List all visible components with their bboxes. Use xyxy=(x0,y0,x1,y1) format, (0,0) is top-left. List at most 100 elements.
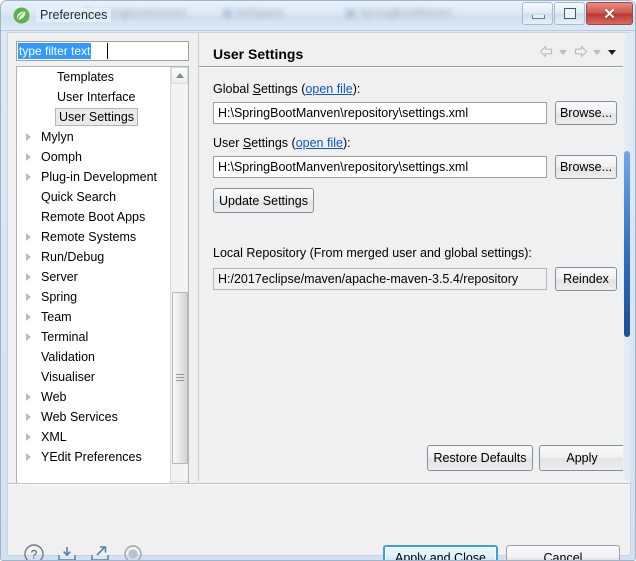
tree-item-label: User Interface xyxy=(57,90,136,104)
global-settings-path-input[interactable] xyxy=(213,102,547,124)
chevron-glyph xyxy=(608,50,616,55)
local-repository-input[interactable] xyxy=(213,268,547,290)
chevron-right-icon[interactable] xyxy=(26,393,31,401)
triangle-up-icon xyxy=(176,73,184,78)
scrollbar-grip-icon xyxy=(176,374,184,382)
tree-item-label: Plug-in Development xyxy=(41,170,158,184)
tree-item-templates[interactable]: Templates xyxy=(17,67,172,87)
global-settings-open-file-link[interactable]: open file xyxy=(305,82,352,96)
user-settings-browse-button[interactable]: Browse... xyxy=(555,155,617,179)
chevron-right-icon[interactable] xyxy=(26,453,31,461)
global-settings-label: Global Settings (open file): xyxy=(213,82,360,96)
background-tab-3-icon xyxy=(346,8,355,18)
chevron-right-icon[interactable] xyxy=(26,293,31,301)
restore-defaults-button[interactable]: Restore Defaults xyxy=(427,445,533,471)
tree-vertical-scroll-thumb[interactable] xyxy=(172,292,188,464)
tree-vertical-scrollbar[interactable] xyxy=(170,67,188,498)
tree-item-label: Server xyxy=(41,270,78,284)
text-caret xyxy=(107,43,108,59)
tree-item-yedit-preferences[interactable]: YEdit Preferences xyxy=(17,447,172,467)
chevron-right-icon[interactable] xyxy=(26,333,31,341)
minimize-button[interactable] xyxy=(522,2,553,25)
tree-item-plug-in-development[interactable]: Plug-in Development xyxy=(17,167,172,187)
chevron-right-icon[interactable] xyxy=(26,413,31,421)
tree-item-web[interactable]: Web xyxy=(17,387,172,407)
user-settings-path-input[interactable] xyxy=(213,156,547,178)
svg-text:?: ? xyxy=(31,548,38,561)
chevron-right-icon[interactable] xyxy=(26,233,31,241)
page-navigation-toolbar xyxy=(538,43,619,60)
tree-item-user-interface[interactable]: User Interface xyxy=(17,87,172,107)
back-history-chevron-down-icon[interactable] xyxy=(557,43,570,60)
chevron-right-icon[interactable] xyxy=(26,133,31,141)
preferences-tree[interactable]: Templates User Interface User Settings Myly… xyxy=(16,66,189,516)
view-menu-chevron-down-icon[interactable] xyxy=(606,43,619,60)
chevron-right-icon[interactable] xyxy=(26,313,31,321)
user-settings-label: User Settings (open file): xyxy=(213,136,351,150)
tree-item-run-debug[interactable]: Run/Debug xyxy=(17,247,172,267)
tree-item-remote-systems[interactable]: Remote Systems xyxy=(17,227,172,247)
export-icon[interactable] xyxy=(88,542,112,560)
chevron-right-icon[interactable] xyxy=(26,433,31,441)
chevron-glyph xyxy=(559,50,567,55)
maximize-button[interactable] xyxy=(554,2,585,25)
chevron-right-icon[interactable] xyxy=(26,273,31,281)
tree-item-list: Templates User Interface User Settings Myly… xyxy=(17,67,172,498)
close-button[interactable]: ✕ xyxy=(586,2,633,25)
tree-item-xml[interactable]: XML xyxy=(17,427,172,447)
tree-item-validation[interactable]: Validation xyxy=(17,347,172,367)
record-icon[interactable] xyxy=(121,542,145,560)
preferences-window: springbootmaven hellojava SpringBootMave… xyxy=(0,0,636,561)
background-tab-3: SpringBootMaven xyxy=(346,7,452,25)
tree-item-spring[interactable]: Spring xyxy=(17,287,172,307)
apply-button[interactable]: Apply xyxy=(539,445,625,471)
tree-item-label: Mylyn xyxy=(41,130,74,144)
tree-item-mylyn[interactable]: Mylyn xyxy=(17,127,172,147)
maximize-icon xyxy=(564,8,576,19)
tree-item-visualiser[interactable]: Visualiser xyxy=(17,367,172,387)
tree-item-label: Team xyxy=(41,310,72,324)
tree-item-remote-boot-apps[interactable]: Remote Boot Apps xyxy=(17,207,172,227)
window-controls: ✕ xyxy=(521,2,633,25)
user-settings-label-rest: ettings ( xyxy=(251,136,296,150)
filter-input[interactable] xyxy=(16,41,189,61)
tree-item-quick-search[interactable]: Quick Search xyxy=(17,187,172,207)
page-title: User Settings xyxy=(213,46,304,62)
reindex-button[interactable]: Reindex xyxy=(555,267,617,291)
page-vertical-scrollbar[interactable] xyxy=(623,33,631,481)
chevron-right-icon[interactable] xyxy=(26,173,31,181)
tree-item-label: Quick Search xyxy=(41,190,117,204)
arrow-left-icon[interactable] xyxy=(538,43,555,60)
page-vertical-scroll-thumb[interactable] xyxy=(624,151,630,337)
tree-item-server[interactable]: Server xyxy=(17,267,172,287)
tree-item-web-services[interactable]: Web Services xyxy=(17,407,172,427)
settings-page-panel: User Settings Global Settings (open file… xyxy=(198,33,631,481)
forward-history-chevron-down-icon[interactable] xyxy=(591,43,604,60)
scroll-up-arrow[interactable] xyxy=(171,67,188,84)
close-icon: ✕ xyxy=(603,5,616,23)
cancel-button[interactable]: Cancel xyxy=(506,545,620,560)
user-settings-label-mnemonic: S xyxy=(242,136,252,150)
footer-icon-bar: ? xyxy=(22,542,145,561)
tree-item-label: XML xyxy=(41,430,67,444)
tree-item-label: Visualiser xyxy=(41,370,95,384)
chevron-right-icon[interactable] xyxy=(26,153,31,161)
chevron-right-icon[interactable] xyxy=(26,253,31,261)
arrow-right-icon[interactable] xyxy=(572,43,589,60)
help-icon[interactable]: ? xyxy=(22,542,46,561)
tree-item-user-settings[interactable]: User Settings xyxy=(17,107,172,127)
local-repository-label: Local Repository (From merged user and g… xyxy=(213,246,532,260)
tree-item-oomph[interactable]: Oomph xyxy=(17,147,172,167)
apply-and-close-button[interactable]: Apply and Close xyxy=(383,545,498,560)
tree-item-label: YEdit Preferences xyxy=(41,450,142,464)
import-icon[interactable] xyxy=(55,542,79,560)
user-settings-open-file-link[interactable]: open file xyxy=(296,136,343,150)
user-settings-label-prefix: User xyxy=(213,136,243,150)
update-settings-button[interactable]: Update Settings xyxy=(213,188,314,213)
tree-item-terminal[interactable]: Terminal xyxy=(17,327,172,347)
global-settings-browse-button[interactable]: Browse... xyxy=(555,101,617,125)
global-settings-label-mnemonic: S xyxy=(252,82,261,96)
tree-item-label: Web xyxy=(41,390,67,404)
title-bar: springbootmaven hellojava SpringBootMave… xyxy=(1,1,635,31)
tree-item-team[interactable]: Team xyxy=(17,307,172,327)
